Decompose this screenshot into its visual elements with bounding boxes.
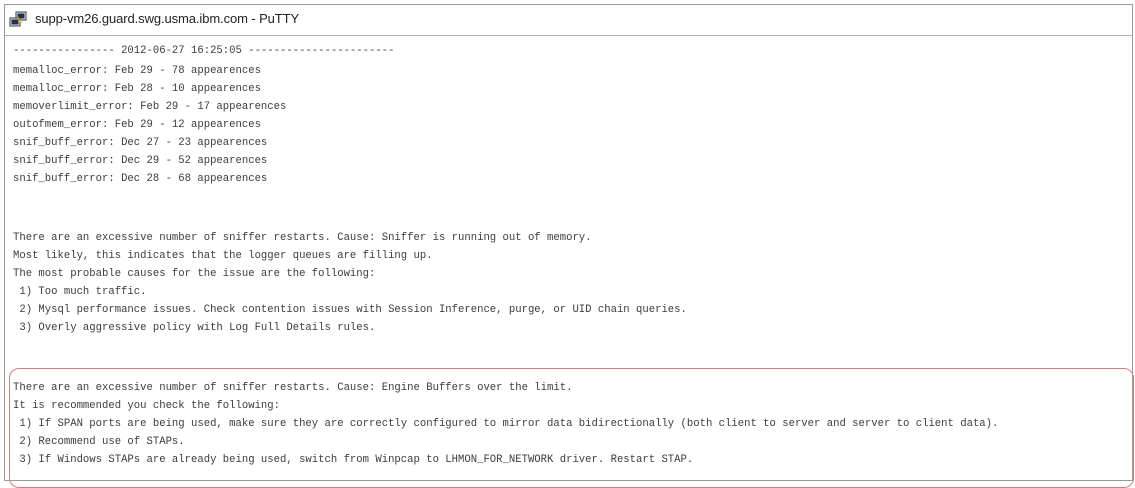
putty-window: supp-vm26.guard.swg.usma.ibm.com - PuTTY… [4,4,1134,488]
putty-terminal-icon[interactable] [9,11,27,29]
diagnosis-cause-item: 1) Too much traffic. [13,286,147,298]
recommendation-item: 3) If Windows STAPs are already being us… [13,454,694,466]
terminal-output[interactable]: ---------------- 2012-06-27 16:25:05 ---… [5,36,1134,488]
log-line: outofmem_error: Feb 29 - 12 appearences [13,119,261,131]
diagnosis-line: It is recommended you check the followin… [13,400,281,412]
diagnosis-line: The most probable causes for the issue a… [13,268,376,280]
recommendation-item: 2) Recommend use of STAPs. [13,436,185,448]
log-line: memoverlimit_error: Feb 29 - 17 appearen… [13,101,287,113]
diagnosis-line: There are an excessive number of sniffer… [13,232,592,244]
log-line: snif_buff_error: Dec 29 - 52 appearences [13,155,268,167]
title-bar[interactable]: supp-vm26.guard.swg.usma.ibm.com - PuTTY [5,5,1132,36]
diagnosis-cause-item: 3) Overly aggressive policy with Log Ful… [13,322,376,334]
log-line: memalloc_error: Feb 28 - 10 appearences [13,83,261,95]
diagnosis-cause-item: 2) Mysql performance issues. Check conte… [13,304,687,316]
diagnosis-line: There are an excessive number of sniffer… [13,382,573,394]
log-separator-line: ---------------- 2012-06-27 16:25:05 ---… [13,45,395,57]
log-line: snif_buff_error: Dec 27 - 23 appearences [13,137,268,149]
diagnosis-line: Most likely, this indicates that the log… [13,250,433,262]
log-line: snif_buff_error: Dec 28 - 68 appearences [13,173,268,185]
window-title: supp-vm26.guard.swg.usma.ibm.com - PuTTY [35,11,300,26]
recommendation-item: 1) If SPAN ports are being used, make su… [13,418,999,430]
log-line: memalloc_error: Feb 29 - 78 appearences [13,65,261,77]
